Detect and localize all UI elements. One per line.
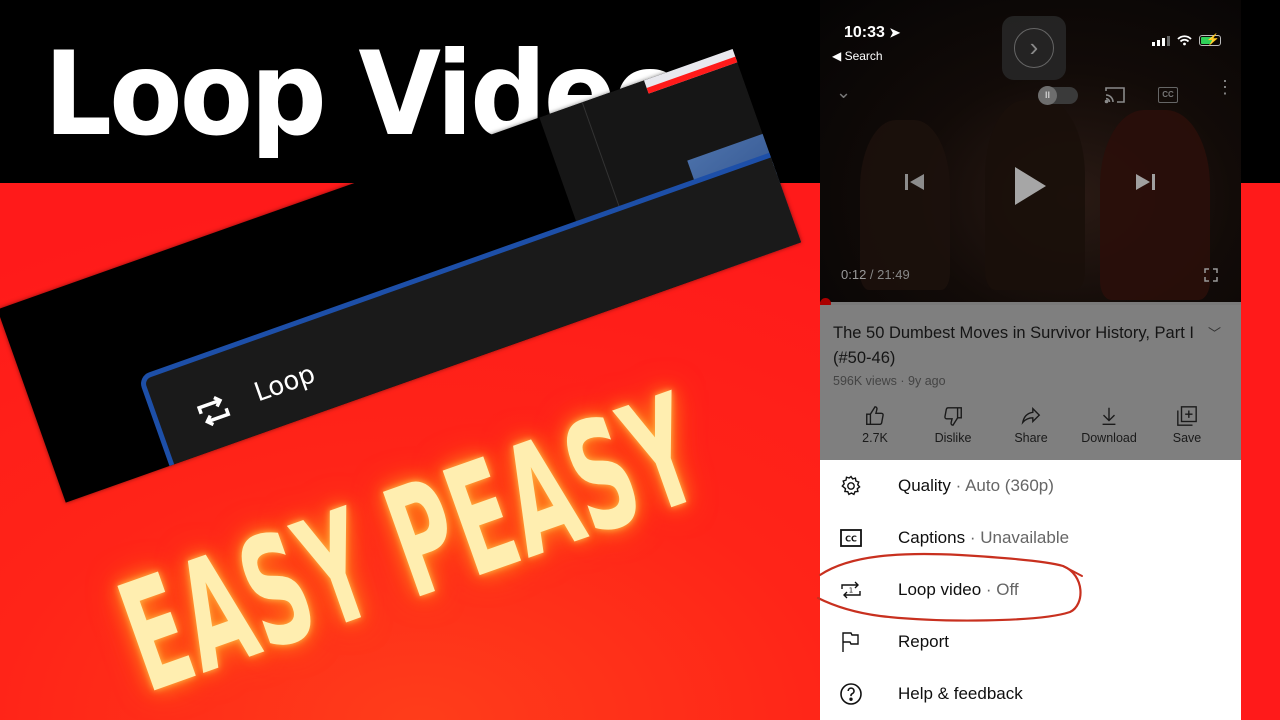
back-to-search[interactable]: ◀ Search [832,49,883,63]
video-player[interactable]: 10:33 ➤ ◀ Search ⚡ › ⌄ II CC ⋮ 0:12 / 21… [820,0,1241,304]
svg-text:1: 1 [849,587,853,595]
share-button[interactable]: Share [992,405,1070,445]
play-icon[interactable] [1013,166,1047,206]
more-options-icon[interactable]: ⋮ [1216,78,1234,96]
download-icon [1102,407,1116,425]
save-playlist-icon [1177,406,1197,426]
fullscreen-icon[interactable] [1204,268,1218,282]
svg-text:CC: CC [845,535,857,544]
forward-chevron-icon: › [1014,28,1054,68]
menu-item-report[interactable]: Report [820,616,1241,668]
collapse-chevron-icon[interactable]: ⌄ [836,82,851,103]
thumbs-up-icon [866,406,884,425]
pause-icon: II [1038,86,1057,105]
menu-item-captions[interactable]: CC Captions · Unavailable [820,512,1241,564]
settings-menu: Quality · Auto (360p) CC Captions · Unav… [820,460,1241,720]
download-button[interactable]: Download [1070,405,1148,445]
video-info: The 50 Dumbest Moves in Survivor History… [820,305,1241,460]
wifi-icon [1177,35,1192,46]
thumbs-down-icon [944,407,962,426]
phone-screenshot: 10:33 ➤ ◀ Search ⚡ › ⌄ II CC ⋮ 0:12 / 21… [820,0,1241,720]
status-icons: ⚡ [1152,34,1221,46]
flag-icon [842,632,859,652]
cast-icon[interactable] [1104,86,1126,104]
repeat-icon [196,395,231,427]
video-meta: 596K views · 9y ago [833,374,946,388]
previous-icon[interactable] [904,172,926,192]
scene-figure [1100,110,1210,300]
captions-icon: CC [840,529,862,547]
location-arrow-icon: ➤ [889,25,901,40]
help-icon [840,683,862,705]
time-readout: 0:12 / 21:49 [841,267,910,282]
like-button[interactable]: 2.7K [836,405,914,445]
captions-icon[interactable]: CC [1158,87,1178,103]
autoplay-toggle[interactable]: II [1038,86,1078,105]
save-button[interactable]: Save [1148,405,1226,445]
loop-icon: 1 [841,581,861,599]
battery-charging-icon: ⚡ [1199,34,1221,46]
expand-chevron-icon[interactable]: ﹀ [1208,323,1221,342]
action-bar: 2.7K Dislike Share Download Save [820,405,1241,445]
video-title[interactable]: The 50 Dumbest Moves in Survivor History… [833,321,1203,371]
cellular-signal-icon [1152,35,1170,46]
dislike-button[interactable]: Dislike [914,405,992,445]
menu-item-quality[interactable]: Quality · Auto (360p) [820,460,1241,512]
share-icon [1021,407,1041,425]
loop-label: Loop [250,359,320,409]
scene-figure [860,120,950,290]
status-time: 10:33 ➤ [844,24,901,41]
menu-item-loop-video[interactable]: 1 Loop video · Off [820,564,1241,616]
next-icon[interactable] [1134,172,1156,192]
menu-item-help[interactable]: Help & feedback [820,668,1241,720]
forward-button[interactable]: › [1002,16,1066,80]
gear-icon [841,475,861,496]
